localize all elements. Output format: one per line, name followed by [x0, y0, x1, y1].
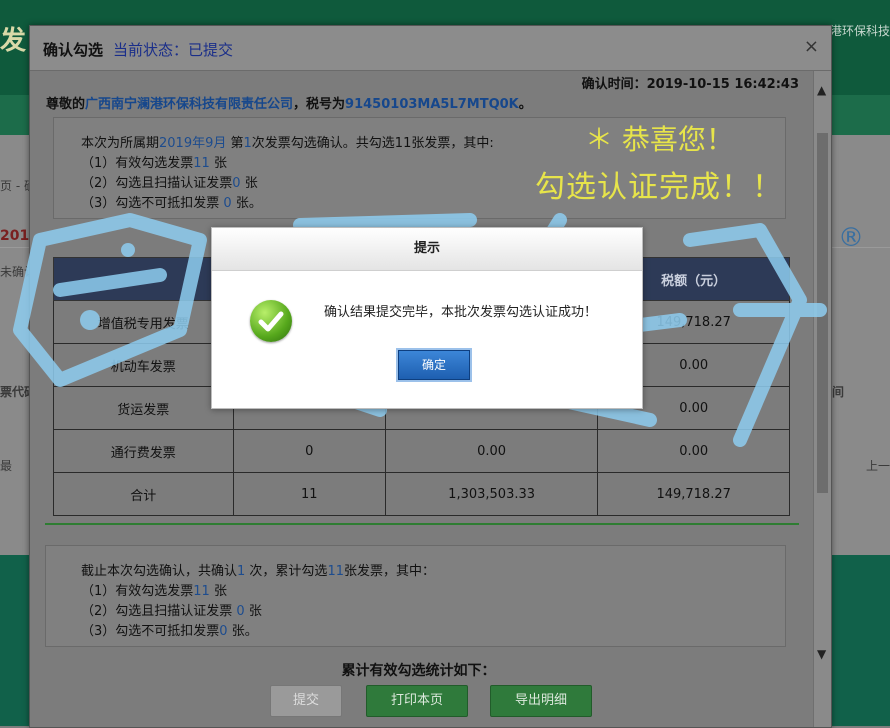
cumulative-text: 次，累计勾选	[245, 564, 328, 579]
congrats-text-2: 勾选认证完成！！	[535, 170, 783, 205]
period-times: 1	[243, 136, 252, 151]
company-prefix: 尊敬的	[46, 97, 86, 112]
period-text: 张	[209, 156, 227, 171]
background-divider	[0, 247, 30, 248]
background-title-fragment: 发	[0, 26, 27, 56]
period-text: （1）有效勾选发票	[81, 156, 194, 171]
dialog-title: 确认勾选	[43, 41, 104, 59]
cumulative-line-1: 截止本次勾选确认，共确认1 次，累计勾选11张发票，其中：	[81, 560, 435, 579]
cumulative-text: 张。	[227, 624, 258, 639]
scroll-up-icon[interactable]: ▲	[817, 83, 826, 97]
row-type: 机动车发票	[53, 343, 234, 387]
period-text: （2）勾选且扫描认证发票	[81, 176, 233, 191]
period-line-2: （1）有效勾选发票11 张	[81, 152, 227, 171]
tax-suffix: 。	[518, 97, 532, 112]
registered-mark: ®	[838, 223, 864, 253]
prompt-title: 提示	[212, 228, 642, 271]
period-text: 本次为所属期	[81, 136, 160, 151]
row-amount: 1,303,503.33	[384, 472, 599, 516]
table-header-cell	[53, 257, 234, 301]
scroll-down-icon[interactable]: ▼	[817, 647, 826, 661]
success-check-icon	[250, 300, 292, 342]
submit-button[interactable]: 提交	[270, 685, 342, 717]
period-line-4: （3）勾选不可抵扣发票 0 张。	[81, 192, 262, 211]
row-count: 0	[232, 429, 386, 473]
cumulative-text: （1）有效勾选发票	[81, 584, 194, 599]
close-icon[interactable]: ×	[804, 36, 819, 57]
period-text: 次发票勾选确认。共勾选11张发票，其中:	[251, 136, 494, 151]
tax-id: 91450103MA5L7MTQ0K	[345, 97, 519, 112]
export-details-button[interactable]: 导出明细	[490, 685, 592, 717]
background-prev-page[interactable]: 上一	[866, 457, 890, 474]
tax-prefix: ，税号为	[293, 97, 346, 112]
period-line-1: 本次为所属期2019年9月 第1次发票勾选确认。共勾选11张发票，其中:	[81, 132, 494, 151]
company-name: 广西南宁澜港环保科技有限责任公司	[85, 97, 294, 112]
confirm-time: 确认时间：2019-10-15 16:42:43	[581, 77, 799, 92]
nondeductible-count: 0	[223, 196, 232, 211]
cumulative-line-4: （3）勾选不可抵扣发票0 张。	[81, 620, 258, 639]
dialog-status: 当前状态：已提交	[113, 41, 234, 59]
cumulative-text: （3）勾选不可抵扣发票	[81, 624, 220, 639]
row-type: 合计	[53, 472, 234, 516]
congrats-text: ＊ 恭喜您！	[585, 123, 734, 156]
background-company-fragment: 港环保科技	[829, 24, 890, 38]
print-page-button[interactable]: 打印本页	[366, 685, 468, 717]
row-amount: 0.00	[384, 429, 599, 473]
dialog-title-bar: 确认勾选 当前状态：已提交 ×	[30, 26, 831, 71]
company-line: 尊敬的广西南宁澜港环保科技有限责任公司，税号为91450103MA5L7MTQ0…	[46, 93, 532, 112]
background-divider	[832, 247, 890, 248]
cumulative-line-2: （1）有效勾选发票11 张	[81, 580, 227, 599]
row-tax: 0.00	[597, 429, 790, 473]
row-tax: 149,718.27	[597, 472, 790, 516]
valid-count: 11	[193, 156, 210, 171]
cumulative-summary-box: 截止本次勾选确认，共确认1 次，累计勾选11张发票，其中： （1）有效勾选发票1…	[45, 545, 786, 647]
row-count: 11	[232, 472, 386, 516]
section-divider	[45, 523, 799, 525]
row-type: 货运发票	[53, 386, 234, 430]
background-column-time: 间	[832, 385, 845, 399]
period-line-3: （2）勾选且扫描认证发票0 张	[81, 172, 258, 191]
scroll-thumb[interactable]	[817, 133, 828, 493]
cumulative-text: 张	[209, 584, 227, 599]
background-last: 最	[0, 459, 13, 473]
dialog-scrollbar[interactable]: ▲ ▼	[813, 71, 831, 727]
cumulative-count: 11	[327, 564, 344, 579]
cumulative-text: 张	[244, 604, 262, 619]
cumulative-line-3: （2）勾选且扫描认证发票 0 张	[81, 600, 262, 619]
period-value: 2019年9月	[159, 136, 227, 151]
cumulative-text: 张发票，其中：	[343, 564, 435, 579]
cumulative-scanned: 0	[236, 604, 245, 619]
row-type: 增值税专用发票	[53, 300, 234, 344]
table-total-row: 合计 11 1,303,503.33 149,718.27	[53, 472, 790, 516]
period-text: （3）勾选不可抵扣发票	[81, 196, 224, 211]
period-text: 张。	[231, 196, 262, 211]
ok-button[interactable]: 确定	[398, 350, 470, 380]
cumulative-text: （2）勾选且扫描认证发票	[81, 604, 237, 619]
cumulative-nondeductible: 0	[219, 624, 228, 639]
period-text: 张	[240, 176, 258, 191]
success-prompt: 提示 确认结果提交完毕，本批次发票勾选认证成功！ 确定	[211, 227, 643, 409]
period-text: 第	[226, 136, 244, 151]
cumulative-stat-title: 累计有效勾选统计如下：	[341, 663, 496, 679]
cumulative-text: 截止本次勾选确认，共确认	[81, 564, 238, 579]
table-row: 通行费发票 0 0.00 0.00	[53, 429, 790, 473]
scanned-count: 0	[232, 176, 241, 191]
row-type: 通行费发票	[53, 429, 234, 473]
cumulative-valid: 11	[193, 584, 210, 599]
prompt-message: 确认结果提交完毕，本批次发票勾选认证成功！	[324, 305, 598, 320]
